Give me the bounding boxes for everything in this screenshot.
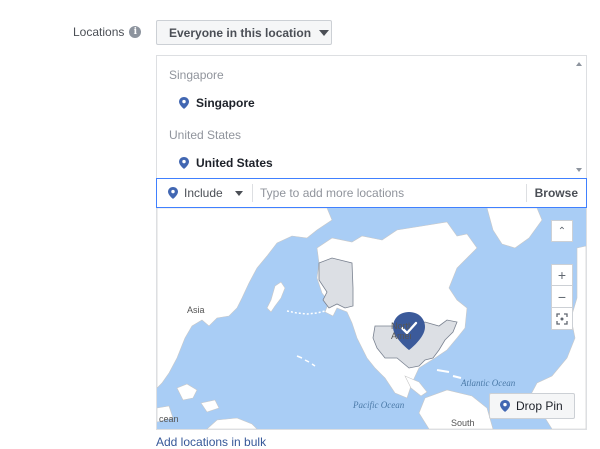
map-label-atlantic: Atlantic Ocean (461, 378, 516, 388)
location-pin-icon (179, 97, 189, 109)
location-pin-icon (168, 187, 178, 199)
map-collapse-button[interactable]: ⌃ (551, 220, 573, 242)
browse-button[interactable]: Browse (525, 184, 586, 202)
fit-bounds-button[interactable] (551, 308, 573, 330)
caret-down-icon (234, 190, 243, 196)
location-item[interactable]: Singapore (179, 96, 255, 110)
location-input-row: Include Browse (156, 178, 587, 208)
scroll-down-icon[interactable] (576, 168, 582, 172)
chevron-up-icon: ⌃ (557, 225, 567, 237)
location-search-input[interactable] (258, 182, 522, 204)
info-icon[interactable]: i (129, 26, 142, 38)
location-pin-icon (500, 400, 510, 412)
map-label-north-america: North America (391, 321, 411, 341)
location-item-label: United States (196, 156, 273, 170)
location-map[interactable]: Asia North America Atlantic Ocean Pacifi… (157, 208, 586, 429)
zoom-in-button[interactable]: + (551, 264, 573, 286)
map-label-pacific: Pacific Ocean (353, 400, 405, 410)
audience-type-value: Everyone in this location (169, 25, 312, 40)
locations-label: Locations (73, 25, 125, 39)
map-label-ocean-left: cean (159, 414, 179, 424)
list-scrollbar[interactable] (573, 56, 586, 178)
include-label: Include (184, 186, 223, 200)
scroll-up-icon[interactable] (576, 62, 582, 66)
location-item-label: Singapore (196, 96, 255, 110)
location-item[interactable]: United States (179, 156, 273, 170)
caret-down-icon (319, 29, 330, 36)
fit-bounds-icon (556, 312, 568, 325)
drop-pin-button[interactable]: Drop Pin (489, 393, 575, 419)
audience-type-dropdown[interactable]: Everyone in this location (156, 20, 332, 45)
map-label-south: South (451, 418, 475, 428)
selected-locations-list: Singapore Singapore United States United… (157, 56, 586, 178)
group-title: Singapore (169, 68, 224, 82)
group-title: United States (169, 128, 242, 142)
add-locations-in-bulk-link[interactable]: Add locations in bulk (156, 435, 266, 449)
zoom-out-button[interactable]: − (551, 286, 573, 308)
map-label-asia: Asia (187, 305, 205, 315)
location-selector: Singapore Singapore United States United… (156, 55, 587, 430)
include-exclude-dropdown[interactable]: Include (157, 184, 253, 202)
drop-pin-label: Drop Pin (516, 399, 563, 413)
location-pin-icon (179, 157, 189, 169)
locations-label-row: Locations i (73, 25, 142, 39)
